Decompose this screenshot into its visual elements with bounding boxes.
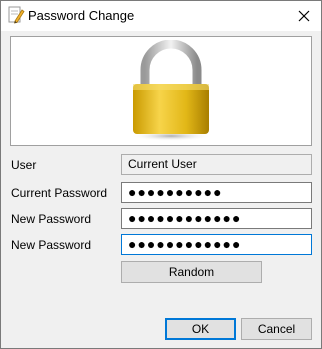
new-password-field[interactable]: ●●●●●●●●●●●● xyxy=(121,208,312,229)
ok-button-label: OK xyxy=(191,322,210,336)
ok-button[interactable]: OK xyxy=(165,318,236,340)
close-icon xyxy=(298,10,310,22)
new-password-label: New Password xyxy=(11,212,92,226)
password-change-dialog: Password Change User Current User Curren… xyxy=(0,0,322,349)
confirm-password-value: ●●●●●●●●●●●● xyxy=(128,236,242,252)
current-password-field[interactable]: ●●●●●●●●●● xyxy=(121,182,312,203)
cancel-button-label: Cancel xyxy=(257,322,296,336)
user-field: Current User xyxy=(121,154,312,175)
lock-banner xyxy=(10,36,312,146)
cancel-button[interactable]: Cancel xyxy=(241,318,312,340)
title-bar: Password Change xyxy=(1,1,321,31)
new-password-value: ●●●●●●●●●●●● xyxy=(128,210,242,226)
padlock-icon xyxy=(131,40,211,141)
current-password-value: ●●●●●●●●●● xyxy=(128,184,223,200)
edit-pencil-icon xyxy=(8,6,25,24)
user-value: Current User xyxy=(128,157,197,171)
current-password-label: Current Password xyxy=(11,186,108,200)
close-button[interactable] xyxy=(287,1,321,31)
confirm-password-field[interactable]: ●●●●●●●●●●●● xyxy=(121,234,312,255)
user-label: User xyxy=(11,158,37,172)
random-button[interactable]: Random xyxy=(121,261,262,283)
confirm-password-label: New Password xyxy=(11,238,92,252)
window-title: Password Change xyxy=(28,8,135,23)
random-button-label: Random xyxy=(168,265,215,279)
